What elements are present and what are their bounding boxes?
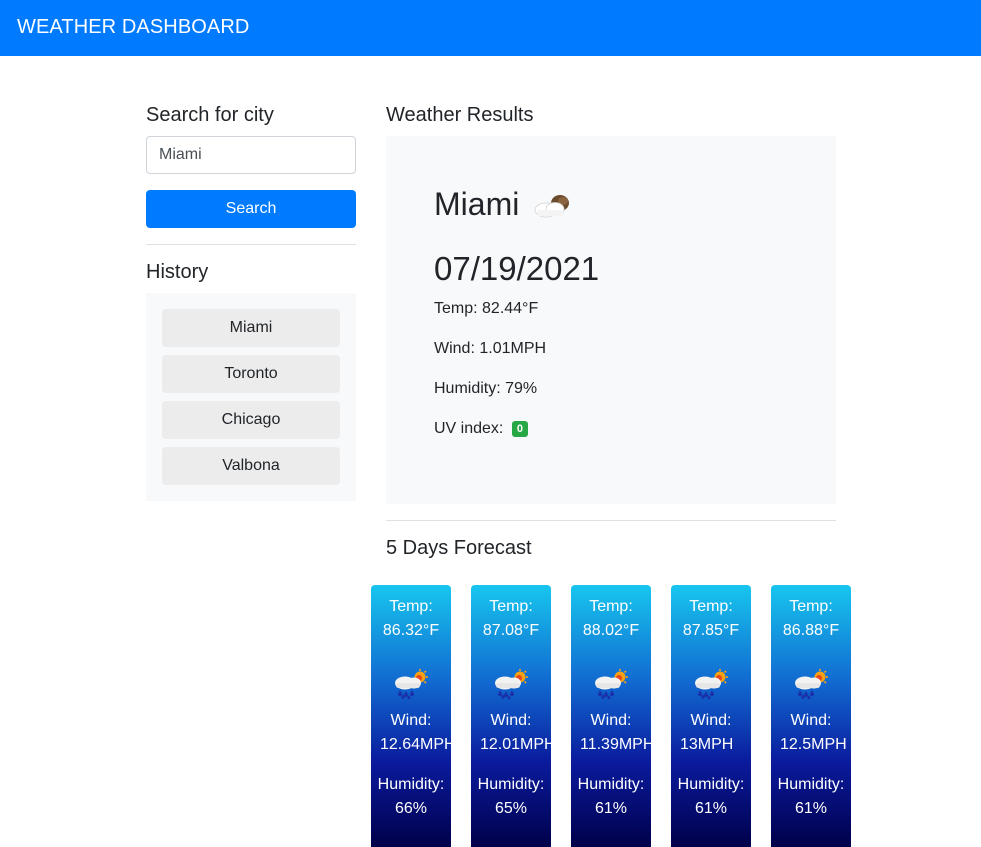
app-title: WEATHER DASHBOARD <box>17 16 250 38</box>
forecast-card: Temp: 87.08°F Wind: 12.01MPH Humidity: 65% <box>471 585 551 847</box>
forecast-humidity-value: 61% <box>594 800 628 817</box>
forecast-temp-label: Temp: <box>689 598 733 615</box>
navbar: WEATHER DASHBOARD <box>0 0 981 56</box>
rain-sun-icon <box>392 669 432 704</box>
results-heading: Weather Results <box>386 104 534 126</box>
forecast-humidity-label: Humidity: <box>377 776 445 793</box>
history-item-miami[interactable]: Miami <box>162 309 340 347</box>
current-date: 07/19/2021 <box>434 250 600 287</box>
rain-sun-icon <box>592 669 632 704</box>
forecast-temp-value: 86.32°F <box>382 622 440 639</box>
forecast-temp-value: 87.85°F <box>682 622 740 639</box>
forecast-wind-label: Wind: <box>490 712 532 729</box>
forecast-humidity-value: 65% <box>494 800 528 817</box>
cloud-icon <box>532 192 572 225</box>
history-item-valbona[interactable]: Valbona <box>162 447 340 485</box>
city-search-input[interactable] <box>146 136 356 174</box>
current-weather-panel: Miami 07/19/2021 Temp: 82.44°F Wind: 1.0… <box>386 136 836 504</box>
forecast-humidity-label: Humidity: <box>677 776 745 793</box>
sidebar-divider <box>146 244 356 245</box>
forecast-temp-label: Temp: <box>589 598 633 615</box>
forecast-wind-value: 13MPH <box>680 736 734 753</box>
forecast-wind-value: 12.5MPH <box>780 736 847 753</box>
uv-index-label: UV index: <box>434 420 504 437</box>
forecast-wind-label: Wind: <box>690 712 732 729</box>
forecast-humidity-label: Humidity: <box>777 776 845 793</box>
history-item-chicago[interactable]: Chicago <box>162 401 340 439</box>
forecast-humidity-value: 61% <box>794 800 828 817</box>
current-humidity: Humidity: 79% <box>434 380 538 397</box>
history-list: Miami Toronto Chicago Valbona <box>146 293 356 501</box>
forecast-wind-label: Wind: <box>390 712 432 729</box>
forecast-wind-value: 11.39MPH <box>580 736 651 753</box>
forecast-temp-value: 87.08°F <box>482 622 540 639</box>
search-button[interactable]: Search <box>146 190 356 228</box>
forecast-wind-label: Wind: <box>590 712 632 729</box>
current-temp: Temp: 82.44°F <box>434 300 539 317</box>
forecast-temp-label: Temp: <box>789 598 833 615</box>
rain-sun-icon <box>492 669 532 704</box>
forecast-card: Temp: 86.32°F Wind: 12.64MPH Humidity: 66% <box>371 585 451 847</box>
forecast-card: Temp: 87.85°F Wind: 13MPH Humidity: 61% <box>671 585 751 847</box>
rain-sun-icon <box>792 669 832 704</box>
uv-index-badge: 0 <box>511 421 528 437</box>
forecast-temp-value: 88.02°F <box>582 622 640 639</box>
history-heading: History <box>146 261 209 283</box>
forecast-card: Temp: 88.02°F Wind: 11.39MPH Humidity: 61% <box>571 585 651 847</box>
search-heading: Search for city <box>146 104 274 126</box>
forecast-card: Temp: 86.88°F Wind: 12.5MPH Humidity: 61% <box>771 585 851 847</box>
uv-index-row: UV index: 0 <box>434 420 528 438</box>
rain-sun-icon <box>692 669 732 704</box>
city-name: Miami <box>434 186 520 222</box>
forecast-wind-value: 12.01MPH <box>480 736 551 753</box>
forecast-temp-label: Temp: <box>489 598 533 615</box>
forecast-humidity-value: 66% <box>394 800 428 817</box>
forecast-wind-label: Wind: <box>790 712 832 729</box>
forecast-humidity-label: Humidity: <box>577 776 645 793</box>
forecast-humidity-label: Humidity: <box>477 776 545 793</box>
forecast-heading: 5 Days Forecast <box>386 537 532 559</box>
history-item-toronto[interactable]: Toronto <box>162 355 340 393</box>
forecast-divider <box>386 520 836 521</box>
forecast-temp-value: 86.88°F <box>782 622 840 639</box>
forecast-temp-label: Temp: <box>389 598 433 615</box>
forecast-humidity-value: 61% <box>694 800 728 817</box>
current-wind: Wind: 1.01MPH <box>434 340 547 357</box>
forecast-wind-value: 12.64MPH <box>380 736 451 753</box>
